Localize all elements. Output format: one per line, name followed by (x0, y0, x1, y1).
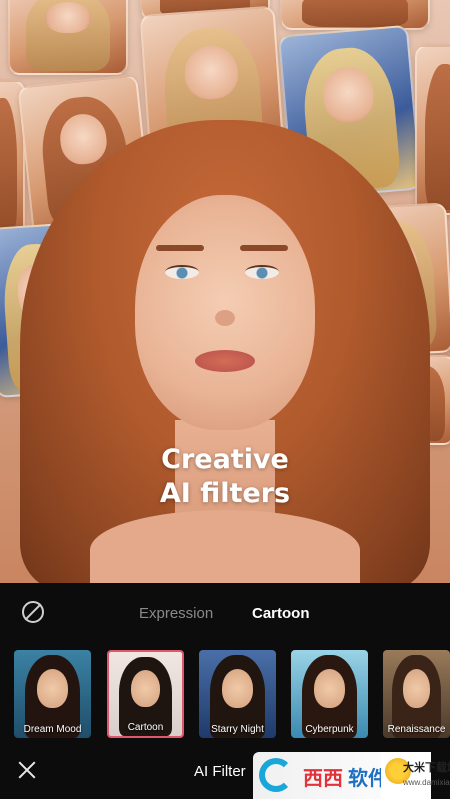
watermark-site-name: 大米下载站 (403, 762, 450, 774)
watermark-site-url: www.damixia.com (403, 778, 450, 787)
sample-portrait-tile (280, 0, 430, 30)
filter-label: Dream Mood (23, 724, 82, 735)
watermark-logo-icon (259, 758, 293, 792)
sample-portrait-tile (8, 0, 128, 75)
main-portrait (0, 120, 450, 583)
close-icon[interactable] (16, 759, 38, 781)
filter-cartoon[interactable]: Cartoon (107, 650, 184, 738)
filter-label: Cyberpunk (305, 724, 354, 735)
watermark-brand-1: 西西 (303, 766, 343, 790)
filter-renaissance[interactable]: Renaissance (383, 650, 450, 738)
tab-cartoon[interactable]: Cartoon (252, 605, 310, 622)
watermark: 西西 软件园 大米下载站 www.damixia.com (253, 752, 450, 799)
filter-list: Dream Mood Cartoon Starry Night Cyberpun… (14, 650, 450, 738)
filter-label: Renaissance (387, 724, 446, 735)
filter-cyberpunk[interactable]: Cyberpunk (291, 650, 368, 738)
tab-expression[interactable]: Expression (139, 605, 213, 622)
bottom-bar-title: AI Filter (194, 763, 246, 780)
filter-starry-night[interactable]: Starry Night (199, 650, 276, 738)
hero-title: Creative AI filters (0, 443, 450, 511)
filter-dream-mood[interactable]: Dream Mood (14, 650, 91, 738)
category-tabs: Expression Cartoon (0, 605, 450, 625)
hero-title-line1: Creative (161, 444, 289, 475)
filter-label: Cartoon (127, 722, 164, 733)
hero-banner: Creative AI filters (0, 0, 450, 583)
hero-title-line2: AI filters (159, 478, 291, 509)
filter-label: Starry Night (211, 724, 264, 735)
